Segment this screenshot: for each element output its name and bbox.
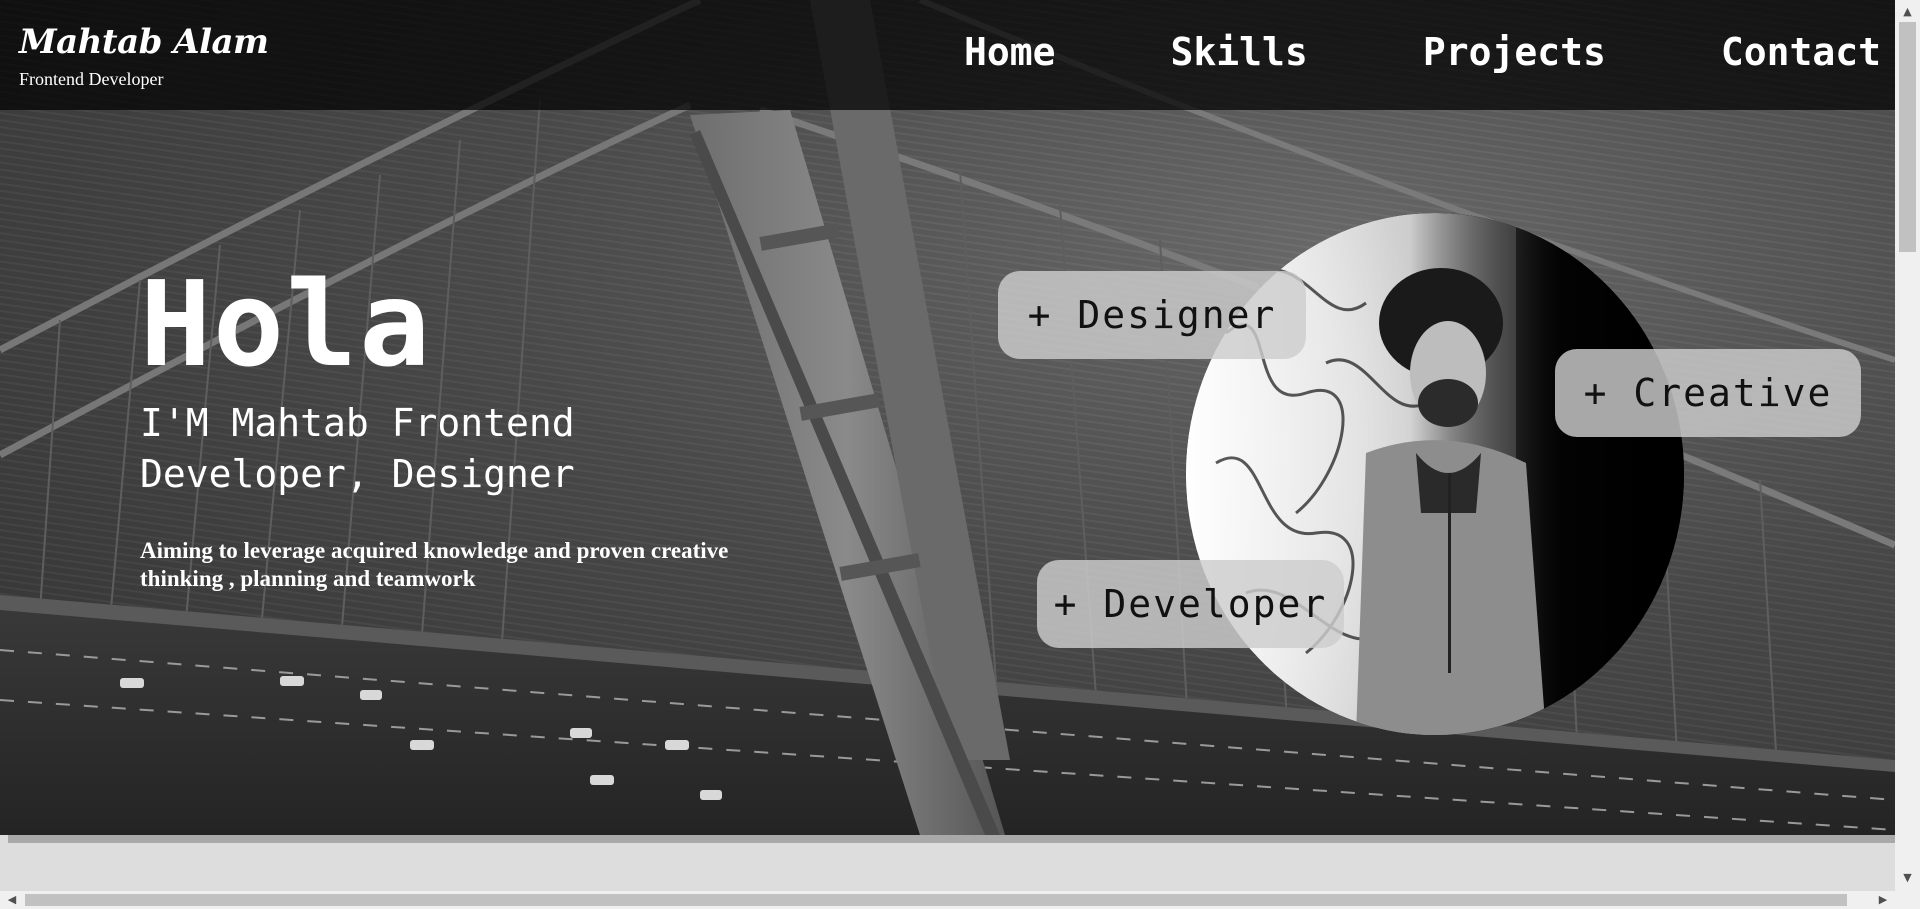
nav-contact[interactable]: Contact [1721,30,1881,74]
vertical-scrollbar[interactable]: ▲ ▼ [1895,0,1920,891]
nav-home[interactable]: Home [964,30,1056,74]
horizontal-scrollbar[interactable]: ◀ ▶ [0,891,1895,909]
hero-bottom-shadow [8,835,1895,843]
nav-skills[interactable]: Skills [1171,30,1308,74]
brand-subtitle: Frontend Developer [19,69,164,89]
scroll-right-arrow-icon[interactable]: ▶ [1873,891,1893,909]
vertical-scroll-thumb[interactable] [1899,22,1916,252]
tag-developer[interactable]: + Developer [1037,560,1344,648]
scroll-left-arrow-icon[interactable]: ◀ [2,891,22,909]
site-header: Mahtab Alam Frontend Developer Home Skil… [0,0,1895,110]
horizontal-scroll-thumb[interactable] [25,894,1847,906]
brand-name[interactable]: Mahtab Alam [19,22,269,62]
tag-creative[interactable]: + Creative [1555,349,1861,437]
hero-intro: I'M Mahtab Frontend Developer, Designer [140,401,575,496]
scroll-down-arrow-icon[interactable]: ▼ [1895,868,1920,888]
hero-greeting: Hola [140,255,433,393]
scroll-up-arrow-icon[interactable]: ▲ [1895,2,1920,22]
tag-designer[interactable]: + Designer [998,271,1306,359]
scrollbar-corner [1895,891,1920,909]
nav-projects[interactable]: Projects [1423,30,1606,74]
hero-aim-statement: Aiming to leverage acquired knowledge an… [140,538,729,591]
main-nav: Home Skills Projects Contact [849,30,1881,74]
